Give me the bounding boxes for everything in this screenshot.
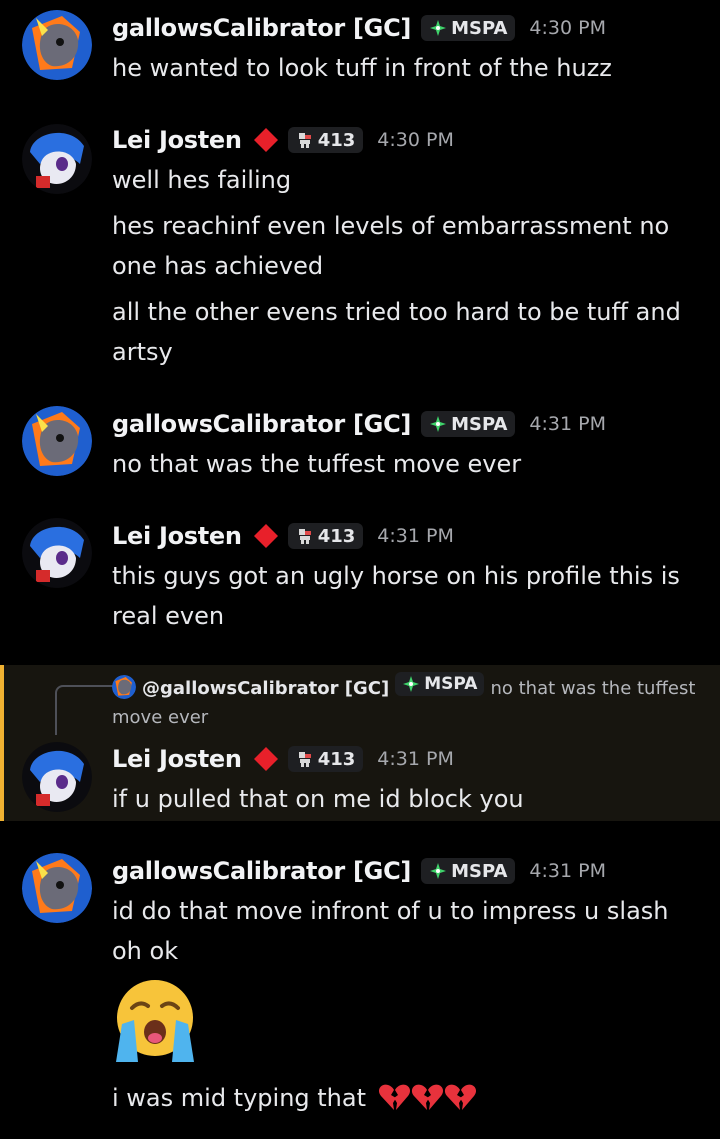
username[interactable]: gallowsCalibrator [GC] — [112, 14, 411, 42]
message-text: i was mid typing that — [112, 1078, 697, 1118]
timestamp: 4:31 PM — [529, 413, 606, 435]
message-text: one has achieved — [112, 252, 324, 280]
reply-connector — [55, 685, 113, 735]
pixel-figure-icon — [298, 752, 311, 767]
sparkle-diamond-icon — [430, 20, 447, 36]
message-header: gallowsCalibrator [GC] MSPA 4:31 PM — [112, 857, 606, 885]
timestamp: 4:31 PM — [529, 860, 606, 882]
timestamp: 4:30 PM — [377, 129, 454, 151]
message-text: id do that move infront of u to impress … — [112, 897, 669, 925]
message-header: gallowsCalibrator [GC] MSPA 4:30 PM — [112, 14, 606, 42]
server-tag-label: MSPA — [451, 860, 508, 882]
message-text: oh ok — [112, 937, 179, 965]
sparkle-diamond-icon — [430, 863, 447, 879]
reply-text: move ever — [112, 707, 209, 728]
server-tag-label: MSPA — [451, 17, 508, 39]
reply-avatar — [112, 675, 136, 699]
message-text: real even — [112, 602, 225, 630]
red-diamond-icon — [253, 747, 278, 771]
red-diamond-icon — [253, 524, 278, 548]
server-tag-label: MSPA — [451, 413, 508, 435]
message-text: hes reachinf even levels of embarrassmen… — [112, 212, 670, 240]
message-header: Lei Josten 413 4:31 PM — [112, 522, 454, 550]
username[interactable]: Lei Josten — [112, 745, 242, 773]
timestamp: 4:31 PM — [377, 748, 454, 770]
message-text: well hes failing — [112, 166, 292, 194]
avatar-gallowscalibrator[interactable] — [22, 406, 92, 476]
message-text: he wanted to look tuff in front of the h… — [112, 54, 612, 82]
sparkle-diamond-icon — [430, 416, 447, 432]
username[interactable]: gallowsCalibrator [GC] — [112, 410, 411, 438]
timestamp: 4:30 PM — [529, 17, 606, 39]
message-header: Lei Josten 413 4:30 PM — [112, 126, 454, 154]
message-text-span: i was mid typing that — [112, 1084, 367, 1112]
avatar-lei-josten[interactable] — [22, 124, 92, 194]
message-header: Lei Josten 413 4:31 PM — [112, 745, 454, 773]
server-tag-label: 413 — [317, 748, 356, 770]
server-tag-label: 413 — [317, 129, 356, 151]
username[interactable]: gallowsCalibrator [GC] — [112, 857, 411, 885]
server-tag[interactable]: 413 — [287, 523, 364, 549]
server-tag[interactable]: 413 — [287, 127, 364, 153]
message-header: gallowsCalibrator [GC] MSPA 4:31 PM — [112, 410, 606, 438]
avatar-lei-josten[interactable] — [22, 518, 92, 588]
server-tag[interactable]: MSPA — [421, 15, 516, 41]
server-tag-label: MSPA — [424, 673, 478, 694]
message-text: this guys got an ugly horse on his profi… — [112, 562, 680, 590]
avatar-gallowscalibrator[interactable] — [22, 10, 92, 80]
server-tag[interactable]: 413 — [287, 746, 364, 772]
sparkle-diamond-icon — [403, 676, 420, 692]
server-tag[interactable]: MSPA — [395, 672, 485, 696]
reply-preview[interactable]: @gallowsCalibrator [GC] MSPA no that was t… — [112, 672, 702, 732]
message-text: if u pulled that on me id block you — [112, 785, 524, 813]
server-tag-label: 413 — [317, 525, 356, 547]
timestamp: 4:31 PM — [377, 525, 454, 547]
avatar-gallowscalibrator[interactable] — [22, 853, 92, 923]
reply-mention[interactable]: @gallowsCalibrator [GC] — [142, 678, 389, 699]
loudly-crying-face-icon — [116, 980, 194, 1062]
pixel-figure-icon — [298, 133, 311, 148]
message-text: artsy — [112, 338, 173, 366]
broken-hearts-icon — [378, 1084, 476, 1110]
username[interactable]: Lei Josten — [112, 522, 242, 550]
message-text: all the other evens tried too hard to be… — [112, 298, 681, 326]
avatar-lei-josten[interactable] — [22, 742, 92, 812]
server-tag[interactable]: MSPA — [421, 858, 516, 884]
pixel-figure-icon — [298, 529, 311, 544]
red-diamond-icon — [253, 128, 278, 152]
mention-accent-bar — [0, 665, 4, 821]
server-tag[interactable]: MSPA — [421, 411, 516, 437]
username[interactable]: Lei Josten — [112, 126, 242, 154]
reply-text: no that was the tuffest — [490, 678, 696, 699]
message-text: no that was the tuffest move ever — [112, 450, 522, 478]
